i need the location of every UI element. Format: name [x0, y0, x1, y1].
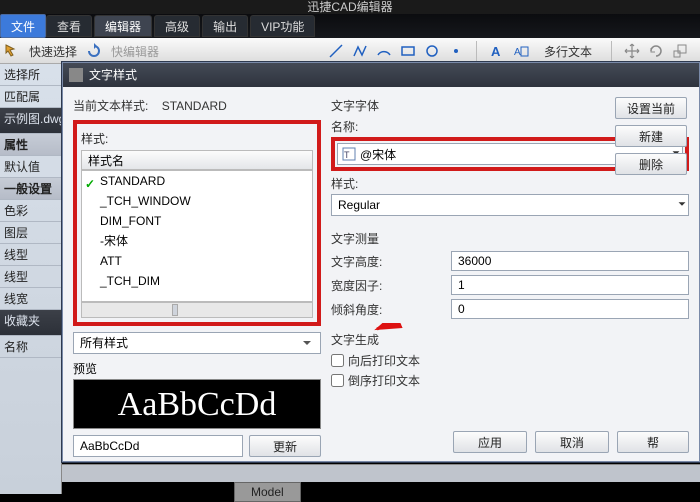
menu-view[interactable]: 查看: [46, 15, 92, 37]
dialog-icon: [69, 68, 83, 82]
menubar: 文件 查看 编辑器 高级 输出 VIP功能: [0, 14, 700, 38]
circle-tool-icon[interactable]: [424, 43, 440, 59]
menu-vip[interactable]: VIP功能: [250, 15, 315, 37]
style-list[interactable]: ✓STANDARD _TCH_WINDOW DIM_FONT -宋体 ATT _…: [81, 170, 313, 302]
properties-section[interactable]: 属性: [0, 134, 61, 156]
rect-tool-icon[interactable]: [400, 43, 416, 59]
svg-text:T: T: [344, 150, 350, 160]
quick-editor-button[interactable]: 快编辑器: [104, 41, 166, 61]
text-style-dialog: 文字样式 当前文本样式: STANDARD 样式: 样式名 ✓STANDARD …: [62, 62, 700, 462]
quick-select-button[interactable]: 快速选择: [22, 41, 84, 61]
menu-output[interactable]: 输出: [202, 15, 248, 37]
current-style-label: 当前文本样式:: [73, 99, 148, 113]
mtext-tool-icon[interactable]: A: [513, 43, 529, 59]
chevron-down-icon: [676, 198, 688, 213]
set-current-button[interactable]: 设置当前: [615, 97, 687, 119]
arc-tool-icon[interactable]: [376, 43, 392, 59]
truetype-icon: T: [342, 147, 356, 161]
dialog-title: 文字样式: [89, 63, 137, 87]
preview-label: 预览: [73, 360, 321, 377]
dialog-titlebar[interactable]: 文字样式: [63, 63, 699, 87]
file-header: 示例图.dwg: [0, 108, 61, 134]
refresh-icon[interactable]: [86, 43, 102, 59]
app-titlebar: 迅捷CAD编辑器: [0, 0, 700, 14]
backward-checkbox[interactable]: 向后打印文本: [331, 352, 689, 369]
canvas-hscrollbar[interactable]: [62, 464, 700, 482]
preview-box: AaBbCcDd: [73, 379, 321, 429]
menu-advanced[interactable]: 高级: [154, 15, 200, 37]
update-button[interactable]: 更新: [249, 435, 321, 457]
quick-select-icon: [4, 43, 20, 59]
text-tool-icon[interactable]: A: [489, 43, 505, 59]
multiline-text-button[interactable]: 多行文本: [537, 41, 599, 61]
help-button[interactable]: 帮: [617, 431, 689, 453]
width-label: 宽度因子:: [331, 277, 451, 294]
style-item[interactable]: ATT: [82, 251, 312, 271]
cancel-button[interactable]: 取消: [535, 431, 609, 453]
favorites-header: 收藏夹: [0, 310, 61, 336]
ribbon: 快速选择 快编辑器 A A 多行文本: [0, 38, 700, 64]
move-tool-icon[interactable]: [624, 43, 640, 59]
general-section[interactable]: 一般设置: [0, 178, 61, 200]
menu-editor[interactable]: 编辑器: [94, 15, 152, 37]
font-style-label: 样式:: [331, 175, 689, 192]
style-list-header[interactable]: 样式名: [81, 150, 313, 170]
select-all-row[interactable]: 选择所: [0, 64, 61, 86]
linetype-row[interactable]: 线型: [0, 244, 61, 266]
style-item-standard[interactable]: ✓STANDARD: [82, 171, 312, 191]
svg-text:A: A: [514, 47, 521, 58]
width-input[interactable]: [451, 275, 689, 295]
font-style-select[interactable]: Regular: [331, 194, 689, 216]
current-style-value: STANDARD: [162, 99, 227, 113]
apply-button[interactable]: 应用: [453, 431, 527, 453]
name-row[interactable]: 名称: [0, 336, 61, 358]
delete-button[interactable]: 删除: [615, 153, 687, 175]
style-filter-select[interactable]: 所有样式: [73, 332, 321, 354]
upsidedown-checkbox[interactable]: 倒序打印文本: [331, 372, 689, 389]
style-item[interactable]: _TCH_WINDOW: [82, 191, 312, 211]
scale-tool-icon[interactable]: [672, 43, 688, 59]
defaults-row[interactable]: 默认值: [0, 156, 61, 178]
polyline-tool-icon[interactable]: [352, 43, 368, 59]
new-button[interactable]: 新建: [615, 125, 687, 147]
menu-file[interactable]: 文件: [0, 14, 46, 38]
lineweight-row[interactable]: 线宽: [0, 288, 61, 310]
preview-input[interactable]: [73, 435, 243, 457]
color-row[interactable]: 色彩: [0, 200, 61, 222]
height-label: 文字高度:: [331, 253, 451, 270]
linetype2-row[interactable]: 线型: [0, 266, 61, 288]
style-group-label: 样式:: [81, 128, 313, 150]
left-panel: 选择所 匹配属 示例图.dwg 属性 默认值 一般设置 色彩 图层 线型 线型 …: [0, 64, 62, 494]
layer-row[interactable]: 图层: [0, 222, 61, 244]
rotate-tool-icon[interactable]: [648, 43, 664, 59]
style-list-scrollbar[interactable]: [81, 302, 313, 318]
oblique-input[interactable]: [451, 299, 689, 319]
height-input[interactable]: [451, 251, 689, 271]
style-item[interactable]: DIM_FONT: [82, 211, 312, 231]
style-item[interactable]: -宋体: [82, 231, 312, 251]
match-prop-row[interactable]: 匹配属: [0, 86, 61, 108]
measure-group-label: 文字测量: [331, 230, 689, 247]
point-tool-icon[interactable]: [448, 43, 464, 59]
gen-group-label: 文字生成: [331, 331, 689, 348]
line-tool-icon[interactable]: [328, 43, 344, 59]
oblique-label: 倾斜角度:: [331, 301, 451, 318]
style-item[interactable]: _TCH_DIM: [82, 271, 312, 291]
model-tab[interactable]: Model: [234, 482, 301, 502]
svg-text:A: A: [491, 44, 501, 59]
chevron-down-icon: [300, 336, 314, 350]
